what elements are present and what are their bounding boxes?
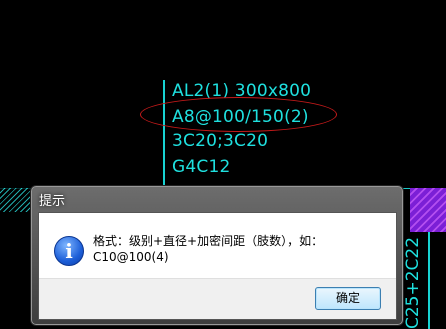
highlight-ellipse (140, 97, 337, 132)
side-rebar-annotation: G4C12 (172, 157, 231, 177)
rebar-annotation: 3C20;3C20 (172, 131, 269, 151)
column-hatch-right (410, 188, 446, 232)
dialog-titlebar[interactable]: 提示 (31, 186, 403, 212)
info-icon: i (54, 236, 84, 266)
side-rebar-text: C25+2C22 (403, 236, 423, 329)
vertical-leader-line (428, 232, 430, 329)
dialog-title: 提示 (39, 194, 66, 209)
message-line-2: C10@100(4) (93, 250, 169, 264)
message-dialog: 提示 i 格式：级别+直径+加密间距（肢数），如： C10@100(4) 确定 (30, 185, 404, 326)
dialog-content: i 格式：级别+直径+加密间距（肢数），如： C10@100(4) 确定 (38, 212, 397, 320)
leader-line (163, 80, 165, 190)
ok-button[interactable]: 确定 (315, 287, 381, 310)
wall-hatch-left (0, 188, 32, 212)
dialog-button-bar: 确定 (39, 278, 396, 319)
message-line-1: 格式：级别+直径+加密间距（肢数），如： (93, 234, 324, 248)
